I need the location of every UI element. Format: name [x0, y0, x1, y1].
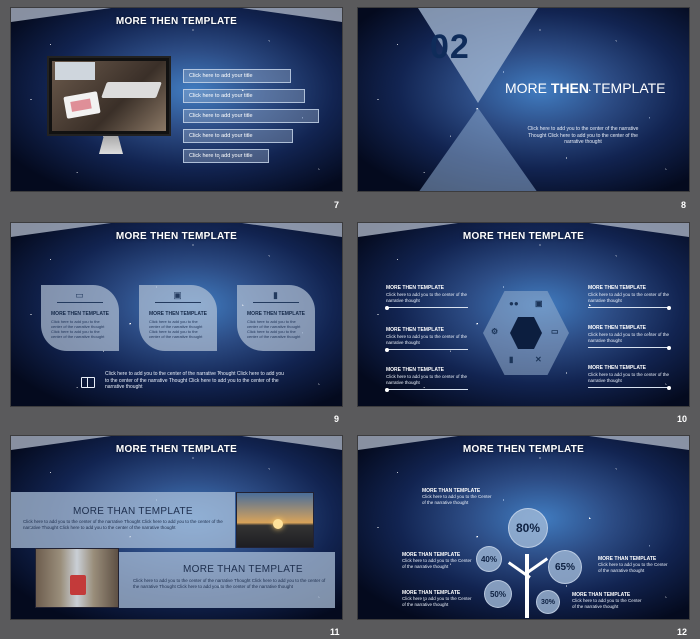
bar-chart-icon: ▮ [273, 290, 278, 300]
slide-number-9: 9 [334, 414, 340, 424]
slide-thumbnail-7[interactable]: MORE THEN TEMPLATE Click here to add you… [10, 7, 343, 192]
slide-title: MORE THEN TEMPLATE [115, 444, 238, 455]
street-photo [35, 548, 119, 608]
footer-text: Click here to add you to the center of t… [105, 371, 284, 390]
list-item: MORE THEN TEMPLATE Click here to add you… [385, 367, 468, 392]
card-title: MORE THEN TEMPLATE [247, 311, 305, 317]
list-item: MORE THEN TEMPLATE Click here to add you… [588, 365, 671, 390]
gear-icon: ⚙ [491, 327, 499, 336]
section-number: 02 [430, 28, 470, 66]
chart-icon: ▮ [509, 355, 514, 364]
title-bar-4: Click here to add your title [183, 129, 293, 143]
slide-thumbnail-9[interactable]: MORE THEN TEMPLATE ▭ MORE THEN TEMPLATE … [10, 222, 343, 407]
slide-number-12: 12 [677, 627, 688, 637]
title-bar-1: Click here to add your title [183, 69, 291, 83]
slide-thumbnail-12[interactable]: MORE THEN TEMPLATE 80% 40% 65% 50% 30% M… [357, 435, 690, 620]
feature-card-2: ▣ MORE THEN TEMPLATE Click here to add y… [139, 285, 217, 351]
feature-card-1: ▭ MORE THEN TEMPLATE Click here to add y… [41, 285, 119, 351]
list-item: MORE THEN TEMPLATE Click here to add you… [385, 327, 468, 352]
list-item: MORE THEN TEMPLATE Click here to add you… [588, 285, 671, 310]
slide-number-8: 8 [681, 200, 687, 210]
slide-thumbnail-10[interactable]: MORE THEN TEMPLATE ●● ▣ ⚙ ▭ ▮ ✕ MORE THE… [357, 222, 690, 407]
card-title: MORE THEN TEMPLATE [149, 311, 207, 317]
percent-bubble-65: 65% [548, 550, 582, 584]
block-body-2: Click here to add you to the center of t… [133, 578, 326, 589]
tree-trunk [525, 554, 529, 618]
chat-icon: ▭ [551, 327, 559, 336]
label-block: MORE THAN TEMPLATE Click here to add you… [572, 592, 642, 609]
briefcase-icon: ▣ [535, 299, 543, 308]
briefcase-icon: ▣ [173, 290, 182, 300]
slide-title: MORE THEN TEMPLATE [115, 16, 238, 27]
list-item: MORE THEN TEMPLATE Click here to add you… [588, 325, 671, 350]
percent-bubble-40: 40% [476, 546, 502, 572]
card-desc: Click here to add you to the center of t… [149, 319, 203, 339]
feature-card-3: ▮ MORE THEN TEMPLATE Click here to add y… [237, 285, 315, 351]
label-block: MORE THAN TEMPLATE Click here to add you… [598, 556, 668, 573]
monitor-stand [99, 136, 123, 154]
hexagon-diagram: ●● ▣ ⚙ ▭ ▮ ✕ [483, 291, 569, 375]
list-item: MORE THEN TEMPLATE Click here to add you… [385, 285, 468, 310]
label-block: MORE THAN TEMPLATE Click here to add you… [422, 488, 492, 505]
sunset-photo [236, 492, 314, 548]
tools-icon: ✕ [535, 355, 542, 364]
block-title-1: MORE THAN TEMPLATE [73, 506, 193, 517]
slide-number-11: 11 [330, 627, 340, 637]
percent-bubble-30: 30% [536, 590, 560, 614]
percent-bubble-80: 80% [508, 508, 548, 548]
card-desc: Click here to add you to the center of t… [51, 319, 105, 339]
slide-title: MORE THEN TEMPLATE [115, 231, 238, 242]
document-icon: ▭ [75, 290, 84, 300]
monitor-photo [47, 56, 171, 136]
slide-thumbnail-11[interactable]: MORE THEN TEMPLATE MORE THAN TEMPLATE Cl… [10, 435, 343, 620]
decor-triangle-up [418, 108, 538, 191]
card-desc: Click here to add you to the center of t… [247, 319, 301, 339]
label-block: MORE THAN TEMPLATE Click here to add you… [402, 552, 472, 569]
title-bar-3: Click here to add your title [183, 109, 319, 123]
percent-bubble-50: 50% [484, 580, 512, 608]
card-title: MORE THEN TEMPLATE [51, 311, 109, 317]
block-body-1: Click here to add you to the center of t… [23, 519, 223, 530]
section-heading: MORE THEN TEMPLATE [505, 80, 666, 96]
slide-thumbnail-8[interactable]: 02 MORE THEN TEMPLATE Click here to add … [357, 7, 690, 192]
slide-number-10: 10 [677, 414, 688, 424]
slide-title: MORE THEN TEMPLATE [462, 231, 585, 242]
section-body: Click here to add you to the center of t… [527, 126, 639, 145]
book-icon [81, 377, 95, 388]
label-block: MORE THAN TEMPLATE Click here to add you… [402, 590, 472, 607]
title-bar-2: Click here to add your title [183, 89, 305, 103]
slide-number-7: 7 [334, 200, 340, 210]
slide-title: MORE THEN TEMPLATE [462, 444, 585, 455]
team-icon: ●● [509, 299, 519, 308]
title-bar-5: Click here to add your title [183, 149, 269, 163]
block-title-2: MORE THAN TEMPLATE [183, 564, 303, 575]
